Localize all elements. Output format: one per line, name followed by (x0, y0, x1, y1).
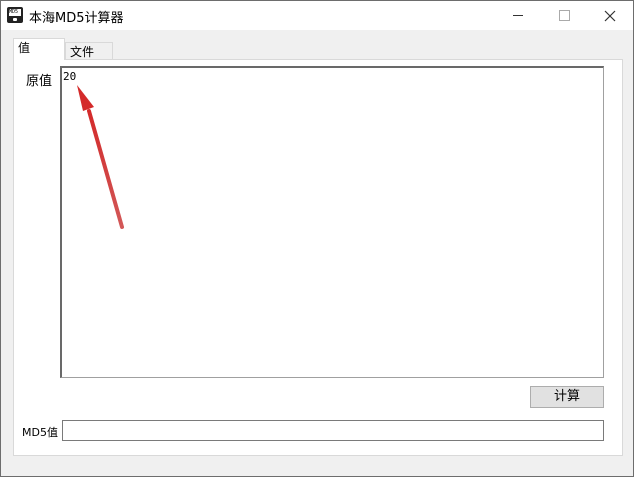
title-bar[interactable]: MD5 本海MD5计算器 (1, 1, 633, 30)
original-value-label: 原值 (26, 74, 53, 89)
minimize-button[interactable] (495, 1, 541, 30)
minimize-icon (513, 15, 523, 16)
md5-value-label: MD5值 (22, 426, 58, 439)
client-area: 值 文件 原值 20 计算 MD5值 (9, 38, 627, 456)
tab-value[interactable]: 值 (13, 38, 65, 60)
close-icon (604, 10, 616, 21)
window-title: 本海MD5计算器 (29, 11, 124, 26)
original-value-text: 20 (63, 70, 77, 83)
maximize-button[interactable] (541, 1, 587, 30)
value-tab-panel: 原值 20 计算 MD5值 (13, 59, 623, 456)
app-icon-button (13, 18, 17, 21)
close-button[interactable] (587, 1, 633, 30)
app-icon-text: MD5 (9, 9, 19, 15)
calculate-button[interactable]: 计算 (530, 386, 604, 408)
md5-app-icon: MD5 (7, 7, 23, 23)
maximize-icon (558, 10, 570, 21)
md5-value-field[interactable] (62, 420, 604, 441)
app-window: MD5 本海MD5计算器 值 文件 原值 20 计算 MD5值 (0, 0, 634, 477)
original-value-textarea[interactable]: 20 (60, 66, 604, 378)
